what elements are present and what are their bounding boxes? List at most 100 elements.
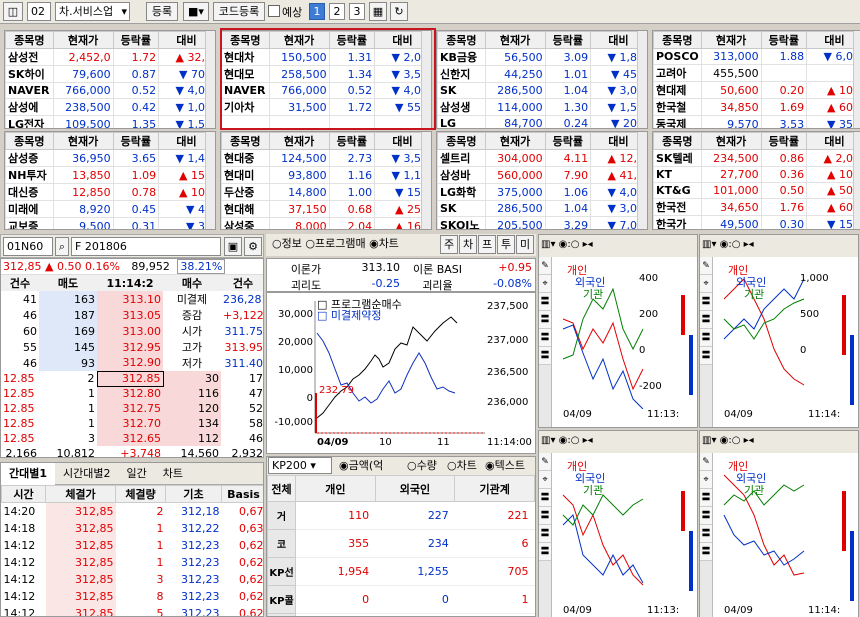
radio-qty[interactable]: ○수량 xyxy=(407,457,437,475)
col-header[interactable]: 현재가 xyxy=(268,132,330,150)
gear-icon[interactable]: ⚙ xyxy=(244,237,262,256)
stock-name[interactable]: SK xyxy=(437,200,486,217)
side-tool[interactable]: 〓 xyxy=(539,293,551,311)
radio-program[interactable]: ○ xyxy=(305,237,315,250)
stock-name[interactable]: 셀트리 xyxy=(437,149,486,167)
scrollbar[interactable] xyxy=(421,132,431,229)
view-button-3[interactable]: 투 xyxy=(497,235,515,254)
radio-chart[interactable]: ◉ xyxy=(369,237,379,250)
stock-name[interactable]: 교보증 xyxy=(5,217,54,229)
bid-price[interactable]: 312.85 xyxy=(96,370,164,387)
col-header[interactable]: 종목명 xyxy=(653,31,702,49)
tick-tab-2[interactable]: 일간 xyxy=(119,463,155,485)
investor-row[interactable]: 코 355 234 6 xyxy=(267,529,535,558)
bid-price[interactable]: 312.75 xyxy=(97,401,163,416)
radio-inv-chart[interactable]: ○차트 xyxy=(447,457,477,475)
side-tool[interactable]: 〓 xyxy=(539,489,551,507)
quote-row[interactable]: 현대제 50,600 0.20 ▲ 100 xyxy=(653,81,860,99)
investor-row-label[interactable]: KP콜 xyxy=(267,585,296,614)
quote-row[interactable]: 동국제 9,570 3.53 ▼ 350 xyxy=(653,115,860,128)
quote-row[interactable]: 한국철 34,850 1.69 ▲ 600 xyxy=(653,98,860,116)
col-header[interactable]: 등락률 xyxy=(544,132,592,150)
ask-row[interactable]: 46 187 313.05 증감 +3,122 xyxy=(1,307,263,323)
side-tool[interactable]: 〓 xyxy=(700,347,712,365)
ask-row[interactable]: 60 169 313.00 시가 311.75 xyxy=(1,323,263,339)
col-header[interactable]: 등락률 xyxy=(544,31,592,49)
stock-name[interactable]: SK텔레 xyxy=(653,149,702,167)
scrollbar[interactable] xyxy=(853,132,860,229)
stock-name[interactable]: 두산중 xyxy=(221,183,270,201)
scrollbar[interactable] xyxy=(637,31,647,128)
stock-name[interactable]: KB금융 xyxy=(437,48,486,66)
bid-price[interactable]: 312.80 xyxy=(97,386,163,401)
side-tool[interactable]: 〓 xyxy=(700,311,712,329)
ask-row[interactable]: 41 163 313.10 미결제 236,281 xyxy=(1,291,263,307)
quote-row[interactable]: 삼성증 36,950 3.65 ▼ 1,40 xyxy=(5,149,215,167)
col-header[interactable]: 현재가 xyxy=(52,132,114,150)
col-header[interactable]: 등락률 xyxy=(760,132,808,150)
screen-number-field[interactable]: 02 xyxy=(27,2,51,21)
col-header[interactable]: 현재가 xyxy=(484,132,546,150)
col-header[interactable]: 등락률 xyxy=(112,31,160,49)
bid-row[interactable]: 12.85 1 312.75 120 52 xyxy=(1,401,263,416)
stock-name[interactable]: 현대중 xyxy=(221,149,270,167)
bid-row[interactable]: 12.85 1 312.80 116 47 xyxy=(1,386,263,401)
stock-name[interactable]: SK하이 xyxy=(5,65,54,83)
stock-name[interactable]: 현대차 xyxy=(221,48,270,66)
quote-row[interactable]: LG 84,700 0.24 ▼ 200 xyxy=(437,115,647,128)
quote-row[interactable]: 삼성에 238,500 0.42 ▼ 1,00 xyxy=(5,98,215,116)
col-header[interactable]: 등락률 xyxy=(112,132,160,150)
stock-name[interactable]: 고려아 xyxy=(653,64,702,82)
stock-name[interactable]: 삼성전 xyxy=(5,48,54,66)
quote-row[interactable]: NH투자 13,850 1.09 ▲ 150 xyxy=(5,166,215,184)
view-button-1[interactable]: 차 xyxy=(459,235,477,254)
bid-price[interactable]: 312.70 xyxy=(97,416,163,431)
col-header[interactable]: 종목명 xyxy=(437,132,486,150)
quote-row[interactable]: KT 27,700 0.36 ▲ 100 xyxy=(653,166,860,183)
quote-row[interactable]: 삼성전 2,452,0 1.72 ▲ 32,0 xyxy=(5,48,215,66)
side-tool[interactable]: ⌖ xyxy=(539,471,551,489)
side-tool[interactable]: ⌖ xyxy=(539,275,551,293)
quote-row[interactable]: POSCO 313,000 1.88 ▼ 6,00 xyxy=(653,48,860,65)
quote-row[interactable]: SK텔레 234,500 0.86 ▲ 2,00 xyxy=(653,149,860,167)
col-header[interactable]: 종목명 xyxy=(221,132,270,150)
scrollbar[interactable] xyxy=(205,31,215,128)
side-tool[interactable]: ✎ xyxy=(700,453,712,471)
quote-row[interactable]: KB금융 56,500 3.09 ▼ 1,80 xyxy=(437,48,647,66)
investor-row-label[interactable]: KP프 xyxy=(267,613,296,616)
side-tool[interactable]: ⌖ xyxy=(700,275,712,293)
stock-name[interactable]: POSCO xyxy=(653,48,702,65)
investor-row[interactable]: KP선 1,954 1,255 705 xyxy=(267,557,535,586)
bid-row[interactable]: 12.85 3 312.65 112 46 xyxy=(1,431,263,446)
col-header[interactable]: 등락률 xyxy=(328,31,376,49)
bid-row[interactable]: 12.85 1 312.70 134 58 xyxy=(1,416,263,431)
side-tool[interactable]: 〓 xyxy=(539,329,551,347)
page-tab-1[interactable]: 1 xyxy=(309,3,325,20)
investor-row-label[interactable]: 코 xyxy=(267,529,296,558)
scrollbar[interactable] xyxy=(421,31,431,128)
investor-row[interactable]: 거 110 227 221 xyxy=(267,501,535,530)
stock-name[interactable]: LG전자 xyxy=(5,115,54,128)
scrollbar[interactable] xyxy=(853,31,860,128)
quote-row[interactable]: 삼성바 560,000 7.90 ▲ 41,0 xyxy=(437,166,647,184)
stock-name[interactable]: 삼성생 xyxy=(437,98,486,116)
quote-row[interactable]: 신한지 44,250 1.01 ▼ 450 xyxy=(437,65,647,83)
radio-amount[interactable]: ◉금액(억 xyxy=(339,457,383,475)
quote-row[interactable]: NAVER 766,000 0.52 ▼ 4,00 xyxy=(5,82,215,99)
quote-row[interactable]: 두산중 14,800 1.00 ▼ 150 xyxy=(221,183,431,201)
quote-row[interactable]: 고려아 455,500 xyxy=(653,64,860,82)
scrollbar[interactable] xyxy=(637,132,647,229)
side-tool[interactable]: 〓 xyxy=(539,507,551,525)
stock-name[interactable] xyxy=(221,115,270,128)
stock-name[interactable]: 삼성증 xyxy=(5,149,54,167)
forecast-checkbox[interactable] xyxy=(268,5,280,17)
scrollbar[interactable] xyxy=(205,132,215,229)
quote-row[interactable]: LG전자 109,500 1.35 ▼ 1,50 xyxy=(5,115,215,128)
stock-name[interactable]: 한국전 xyxy=(653,198,702,216)
col-header[interactable]: 종목명 xyxy=(653,132,702,150)
quote-row[interactable]: 한국가 49,500 0.30 ▼ 150 xyxy=(653,215,860,229)
ask-row[interactable]: 55 145 312.95 고가 313.95 xyxy=(1,339,263,355)
investor-row[interactable]: KP프132913 xyxy=(267,613,535,616)
side-tool[interactable]: ⌖ xyxy=(700,471,712,489)
stock-name[interactable]: NAVER xyxy=(221,82,270,99)
